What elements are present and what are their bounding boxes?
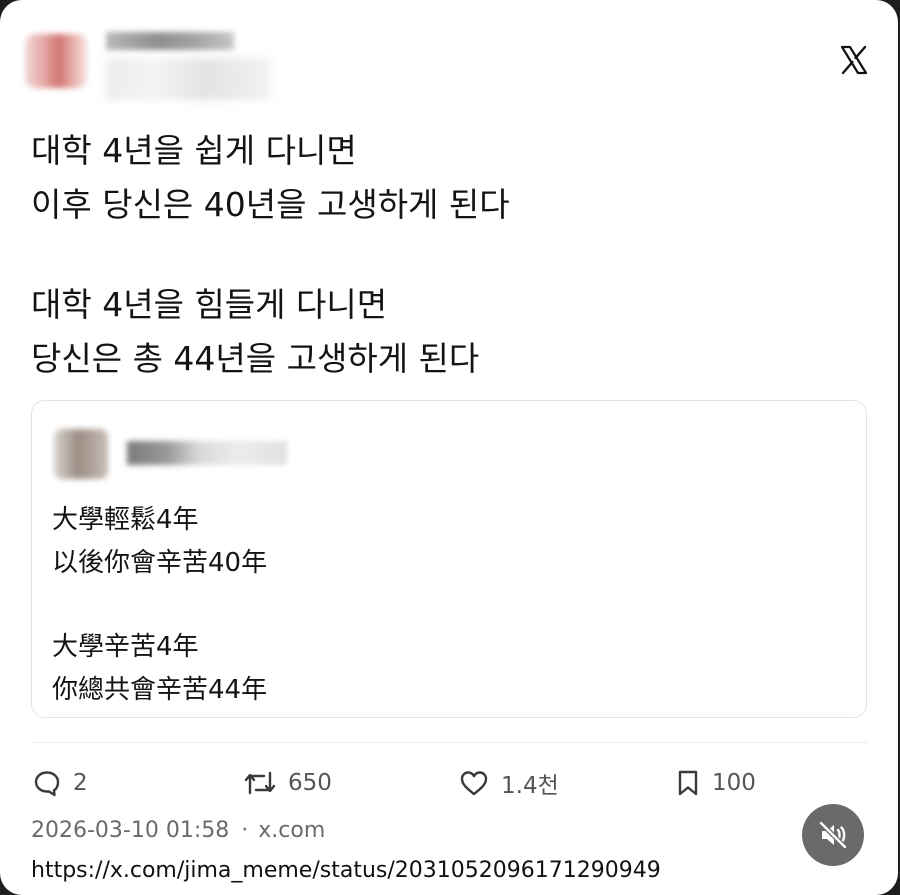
speaker-muted-icon <box>818 820 848 850</box>
bookmark-button[interactable]: 100 <box>676 766 756 800</box>
quoted-author-avatar <box>54 429 108 479</box>
repost-count: 650 <box>288 770 332 796</box>
heart-icon <box>460 771 488 796</box>
tweet-line: 당신은 총 44년을 고생하게 된다 <box>31 339 480 378</box>
quoted-line: 大學辛苦4年 <box>52 632 199 662</box>
reply-button[interactable]: 2 <box>33 766 88 800</box>
divider <box>31 742 867 743</box>
bookmark-icon <box>678 770 698 796</box>
repost-arrows-icon <box>244 771 276 795</box>
tweet-line: 대학 4년을 힘들게 다니면 <box>31 285 388 324</box>
tweet-line: 이후 당신은 40년을 고생하게 된다 <box>31 185 510 224</box>
quoted-author-name-redacted <box>127 441 287 465</box>
post-meta: 2026-03-10 01:58 · x.com <box>31 818 325 843</box>
meta-separator: · <box>241 818 249 843</box>
like-button[interactable]: 1.4천 <box>459 766 559 800</box>
tweet-line: 대학 4년을 쉽게 다니면 <box>31 131 357 170</box>
quoted-line: 你總共會辛苦44年 <box>52 675 268 705</box>
author-avatar[interactable] <box>25 34 87 88</box>
quoted-tweet-text: 大學輕鬆4年 以後你會辛苦40年 大學辛苦4年 你總共會辛苦44年 <box>52 499 267 712</box>
mute-button[interactable] <box>802 804 864 866</box>
repost-button[interactable]: 650 <box>244 766 332 800</box>
author-name-redacted <box>106 32 234 50</box>
timestamp: 2026-03-10 01:58 <box>31 818 230 843</box>
author-handle-redacted <box>106 58 271 100</box>
tweet-text: 대학 4년을 쉽게 다니면 이후 당신은 40년을 고생하게 된다 대학 4년을… <box>31 124 510 386</box>
x-logo-icon[interactable] <box>838 44 870 76</box>
source-link[interactable]: x.com <box>258 818 325 843</box>
speech-bubble-icon <box>34 771 60 797</box>
quoted-tweet[interactable]: 大學輕鬆4年 以後你會辛苦40年 大學辛苦4年 你總共會辛苦44年 <box>31 400 867 718</box>
like-count: 1.4천 <box>501 773 559 799</box>
tweet-card: 대학 4년을 쉽게 다니면 이후 당신은 40년을 고생하게 된다 대학 4년을… <box>0 0 898 895</box>
bookmark-count: 100 <box>712 770 756 796</box>
post-url[interactable]: https://x.com/jima_meme/status/203105209… <box>31 858 661 883</box>
quoted-line: 大學輕鬆4年 <box>52 505 199 535</box>
reply-count: 2 <box>73 770 88 796</box>
quoted-line: 以後你會辛苦40年 <box>52 548 268 578</box>
